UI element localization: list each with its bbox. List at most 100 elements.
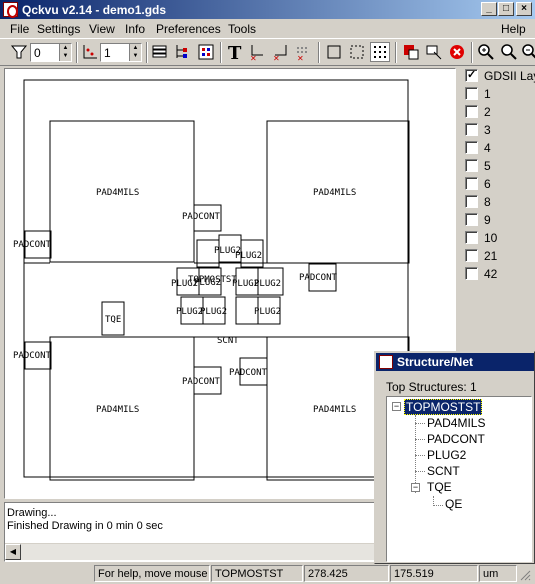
layer-checkbox[interactable] [465, 213, 478, 226]
title-bar[interactable]: Qckvu v2.14 - demo1.gds _ □ × [0, 0, 535, 19]
plug2-label: PLUG2 [254, 279, 282, 289]
zoom-icon[interactable] [499, 42, 519, 62]
tree-node-pad4mils[interactable]: PAD4MILS [427, 416, 485, 430]
layer-9[interactable]: 9 [465, 212, 535, 228]
ruler-tool-icon[interactable]: ✕ [248, 42, 268, 63]
plug2-label: PLUG2 [235, 251, 263, 261]
filter-level-spinner[interactable]: 0 ▲ ▼ [30, 43, 72, 62]
layer-label: 42 [484, 267, 498, 281]
plug2-label: PLUG2 [200, 307, 228, 317]
layer-6[interactable]: 6 [465, 176, 535, 192]
spin-arrows-icon[interactable]: ▲ ▼ [59, 44, 71, 61]
layer-checkbox[interactable] [465, 105, 478, 118]
cell-grid-icon[interactable] [196, 42, 216, 62]
grid-toggle-icon[interactable] [370, 42, 390, 62]
structure-icon [379, 355, 393, 369]
layer-label: 6 [484, 177, 491, 191]
layer-checkbox[interactable] [465, 267, 478, 280]
log-line: Finished Drawing in 0 min 0 sec [7, 520, 163, 532]
menu-info[interactable]: Info [125, 22, 145, 36]
close-button[interactable]: × [516, 2, 532, 16]
menu-view[interactable]: View [89, 22, 115, 36]
menu-help[interactable]: Help [501, 22, 526, 36]
collapse-icon[interactable]: − [411, 483, 420, 492]
text-tool-icon[interactable]: T [225, 42, 245, 64]
structure-net-window[interactable]: Structure/Net Top Structures: 1 − TOPMOS… [374, 351, 535, 564]
layer-label: 9 [484, 213, 491, 227]
menu-settings[interactable]: Settings [37, 22, 80, 36]
minimize-button[interactable]: _ [481, 2, 497, 16]
layer-10[interactable]: 10 [465, 230, 535, 246]
tree-node-plug2[interactable]: PLUG2 [427, 448, 466, 462]
padcont-label: PADCONT [13, 351, 51, 361]
top-structures-count: Top Structures: 1 [386, 380, 477, 394]
padcont-label: PADCONT [182, 212, 220, 222]
filter-icon[interactable] [10, 42, 30, 62]
layer-checkbox[interactable] [465, 123, 478, 136]
hierarchy-depth-icon[interactable] [80, 42, 100, 62]
scroll-left-icon[interactable]: ◀ [5, 544, 21, 560]
svg-text:T: T [228, 43, 242, 62]
layer-checkbox[interactable] [465, 231, 478, 244]
log-horizontal-scrollbar[interactable]: ◀ [5, 543, 375, 560]
layer-checkbox[interactable] [465, 68, 478, 82]
spin-arrows-icon[interactable]: ▲ ▼ [129, 44, 141, 61]
layer-8[interactable]: 8 [465, 194, 535, 210]
clear-rulers-icon[interactable]: ✕ [294, 42, 314, 63]
layer-label: 4 [484, 141, 491, 155]
tree-node-scnt[interactable]: SCNT [427, 464, 460, 478]
padcont-label: PADCONT [229, 368, 267, 378]
maximize-button[interactable]: □ [498, 2, 514, 16]
menu-tools[interactable]: Tools [228, 22, 256, 36]
status-help: For help, move mouse t [94, 565, 210, 582]
resize-grip-icon[interactable] [519, 569, 531, 581]
layer-1[interactable]: 1 [465, 86, 535, 102]
menu-preferences[interactable]: Preferences [156, 22, 221, 36]
copy-view-icon[interactable] [424, 42, 444, 62]
layers-stack-icon[interactable] [150, 42, 170, 62]
layer-checkbox[interactable] [465, 87, 478, 100]
layer-checkbox[interactable] [465, 195, 478, 208]
menu-bar: File Settings View Info Preferences Tool… [0, 19, 535, 38]
layer-label: 10 [484, 231, 498, 245]
pad4mils-label: PAD4MILS [313, 405, 357, 415]
structure-window-title: Structure/Net [397, 355, 474, 369]
layer-checkbox[interactable] [465, 177, 478, 190]
tree-node-qe[interactable]: QE [445, 497, 462, 511]
structure-tree: − TOPMOSTST PAD4MILS PADCONT PLUG2 SCNT … [386, 396, 532, 562]
hierarchy-depth-spinner[interactable]: 1 ▲ ▼ [100, 43, 142, 62]
app-icon[interactable] [3, 2, 18, 18]
layer-label: 21 [484, 249, 498, 263]
layer-gdsii-layers[interactable]: GDSII Layers [465, 68, 535, 84]
toolbar: 0 ▲ ▼ 1 ▲ ▼ T ✕ ✕ ✕ [0, 38, 535, 66]
layer-checkbox[interactable] [465, 249, 478, 262]
layer-label: 5 [484, 159, 491, 173]
measure-tool-icon[interactable]: ✕ [271, 42, 291, 63]
status-y-coordinate: 175.519 [390, 565, 478, 582]
box-select-icon[interactable] [324, 42, 344, 62]
layer-checkbox[interactable] [465, 159, 478, 172]
layer-42[interactable]: 42 [465, 266, 535, 282]
padcont-label: PADCONT [182, 377, 220, 387]
layer-4[interactable]: 4 [465, 140, 535, 156]
status-units: um [479, 565, 517, 582]
layer-21[interactable]: 21 [465, 248, 535, 264]
structure-window-titlebar[interactable]: Structure/Net [376, 353, 534, 371]
stop-icon[interactable] [447, 42, 467, 62]
dotted-select-icon[interactable] [347, 42, 367, 62]
tree-node-padcont[interactable]: PADCONT [427, 432, 485, 446]
tree-node-topmostst[interactable]: TOPMOSTST [404, 399, 483, 415]
layer-3[interactable]: 3 [465, 122, 535, 138]
layer-5[interactable]: 5 [465, 158, 535, 174]
zoom-out-icon[interactable] [520, 42, 535, 62]
zoom-in-icon[interactable] [476, 42, 496, 62]
fill-layers-icon[interactable] [401, 42, 421, 62]
collapse-icon[interactable]: − [392, 402, 401, 411]
topmost-label: TOPMOSTST [188, 275, 237, 285]
layer-checkbox[interactable] [465, 141, 478, 154]
hierarchy-tree-icon[interactable] [173, 42, 193, 62]
menu-file[interactable]: File [10, 22, 29, 36]
tree-node-tqe[interactable]: TQE [427, 480, 452, 494]
window-title: Qckvu v2.14 - demo1.gds [22, 3, 167, 17]
layer-2[interactable]: 2 [465, 104, 535, 120]
